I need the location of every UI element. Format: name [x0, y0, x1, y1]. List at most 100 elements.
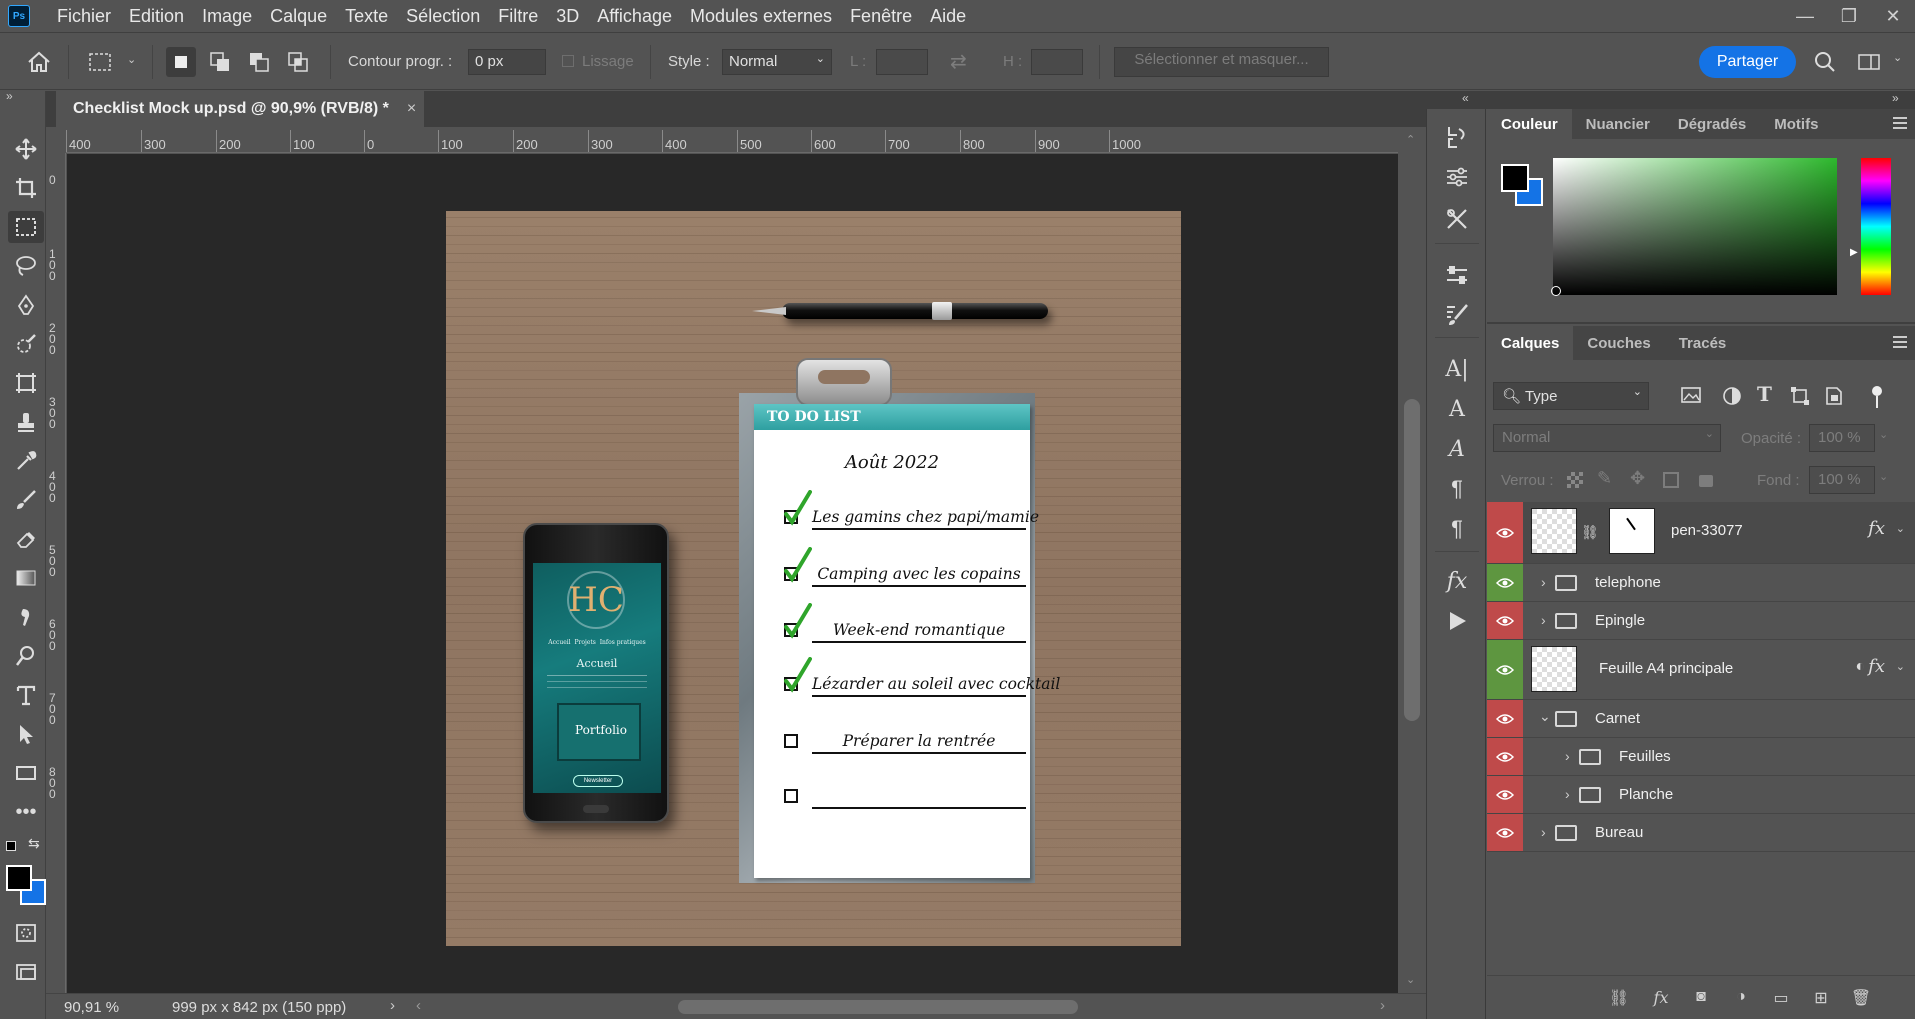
tab-traces[interactable]: Tracés — [1665, 326, 1741, 360]
home-icon[interactable] — [24, 47, 54, 77]
layer-name[interactable]: Bureau — [1595, 824, 1643, 841]
add-style-icon[interactable]: fx — [1649, 988, 1673, 1008]
eye-icon[interactable] — [1487, 502, 1523, 563]
character-styles-icon[interactable]: A — [1439, 393, 1475, 425]
intersect-selection-icon[interactable] — [283, 47, 313, 77]
foreground-color-swatch[interactable] — [6, 865, 32, 891]
swap-icon[interactable]: ⇄ — [950, 49, 967, 74]
eye-icon[interactable] — [1487, 602, 1523, 639]
lock-artboard-icon[interactable] — [1663, 472, 1679, 488]
chevron-right-icon[interactable]: › — [1541, 574, 1546, 590]
stamp-tool-icon[interactable] — [8, 406, 44, 438]
delete-layer-icon[interactable]: 🗑︎ — [1849, 988, 1873, 1008]
minimize-button[interactable]: — — [1783, 0, 1827, 32]
more-tools-icon[interactable]: ••• — [8, 796, 44, 828]
hue-slider[interactable] — [1861, 158, 1891, 295]
vertical-scroll-thumb[interactable] — [1404, 399, 1420, 721]
lock-position-icon[interactable]: ✥ — [1630, 468, 1645, 489]
frame-tool-icon[interactable] — [8, 367, 44, 399]
layer-row[interactable]: ⛓ pen-33077 fx ⌄ — [1487, 502, 1915, 564]
panel-menu-icon[interactable] — [1893, 117, 1907, 129]
eye-icon[interactable] — [1487, 640, 1523, 699]
add-mask-icon[interactable]: ◙ — [1689, 988, 1713, 1008]
scroll-left-icon[interactable]: ‹ — [416, 997, 421, 1014]
status-chevron-icon[interactable]: › — [390, 997, 395, 1014]
chevron-down-icon[interactable]: ⌄ — [1879, 428, 1888, 441]
marquee-preset-icon[interactable] — [86, 47, 116, 77]
fill-input[interactable]: 100 % — [1809, 466, 1875, 494]
subtract-selection-icon[interactable] — [244, 47, 274, 77]
expand-toolbar-icon[interactable]: » — [6, 89, 13, 103]
chevron-right-icon[interactable]: › — [1541, 824, 1546, 840]
menu-fenetre[interactable]: Fenêtre — [841, 6, 921, 27]
menu-affichage[interactable]: Affichage — [588, 6, 681, 27]
restore-button[interactable]: ❐ — [1827, 0, 1871, 32]
path-selection-icon[interactable] — [8, 718, 44, 750]
foreground-swatch[interactable] — [1501, 164, 1529, 192]
tools-presets-icon[interactable] — [1439, 203, 1475, 235]
smart-filter-icon[interactable]: ◐ — [1855, 658, 1865, 676]
picker-cursor[interactable] — [1551, 286, 1561, 296]
link-icon[interactable]: ⛓ — [1581, 524, 1599, 541]
layer-row[interactable]: › Feuilles — [1487, 738, 1915, 776]
chevron-down-icon[interactable]: ⌄ — [1539, 708, 1551, 725]
filter-adjustment-icon[interactable] — [1722, 386, 1744, 406]
chevron-down-icon[interactable]: ⌄ — [1893, 51, 1902, 64]
gradient-tool-icon[interactable] — [8, 562, 44, 594]
scroll-up-icon[interactable]: ⌃ — [1406, 133, 1415, 146]
brush-tool-icon[interactable] — [8, 484, 44, 516]
layer-name[interactable]: telephone — [1595, 574, 1661, 591]
eyedropper-icon[interactable] — [8, 445, 44, 477]
chevron-right-icon[interactable]: › — [1565, 748, 1570, 764]
close-window-button[interactable]: ✕ — [1871, 0, 1915, 32]
link-layers-icon[interactable]: ⛓ — [1607, 988, 1631, 1008]
paragraph-styles-icon[interactable]: ¶ — [1439, 513, 1475, 545]
quick-mask-icon[interactable] — [8, 917, 44, 949]
eye-icon[interactable] — [1487, 564, 1523, 601]
history-icon[interactable] — [1439, 121, 1475, 153]
move-tool-icon[interactable] — [8, 133, 44, 165]
marquee-tool-icon[interactable] — [8, 211, 44, 243]
menu-aide[interactable]: Aide — [921, 6, 975, 27]
swap-colors-icon[interactable]: ⇆ — [28, 835, 40, 852]
expand-icon[interactable]: » — [1892, 91, 1899, 105]
layer-name[interactable]: Feuille A4 principale — [1599, 660, 1733, 677]
vertical-scrollbar[interactable]: ⌃ ⌄ — [1398, 131, 1426, 993]
eye-icon[interactable] — [1487, 738, 1523, 775]
menu-texte[interactable]: Texte — [336, 6, 397, 27]
eye-icon[interactable] — [1487, 814, 1523, 851]
fx-icon[interactable]: fx — [1868, 518, 1885, 539]
adjustments-icon[interactable] — [1439, 161, 1475, 193]
menu-3d[interactable]: 3D — [547, 6, 588, 27]
menu-image[interactable]: Image — [193, 6, 261, 27]
new-selection-icon[interactable] — [166, 47, 196, 77]
document-tab[interactable]: Checklist Mock up.psd @ 90,9% (RVB/8) * … — [56, 91, 424, 127]
smudge-tool-icon[interactable] — [8, 601, 44, 633]
filter-pixel-icon[interactable] — [1681, 386, 1703, 406]
tab-calques[interactable]: Calques — [1487, 326, 1574, 360]
filter-shape-icon[interactable] — [1790, 386, 1812, 406]
new-group-icon[interactable]: ▭ — [1769, 988, 1793, 1008]
scroll-down-icon[interactable]: ⌄ — [1406, 973, 1415, 986]
workspace-icon[interactable] — [1854, 47, 1884, 77]
menu-selection[interactable]: Sélection — [397, 6, 489, 27]
new-layer-icon[interactable]: ⊞ — [1809, 988, 1833, 1008]
collapse-icon[interactable]: « — [1462, 91, 1469, 105]
eye-icon[interactable] — [1487, 776, 1523, 813]
layer-mask-thumbnail[interactable] — [1609, 508, 1655, 554]
eraser-tool-icon[interactable] — [8, 523, 44, 555]
height-input[interactable] — [1031, 49, 1083, 75]
lock-transparent-icon[interactable] — [1567, 472, 1583, 488]
layer-name[interactable]: Planche — [1619, 786, 1673, 803]
filter-smart-icon[interactable] — [1824, 386, 1846, 406]
fx-icon[interactable]: fx — [1868, 656, 1885, 677]
rectangle-tool-icon[interactable] — [8, 757, 44, 789]
filter-type-icon[interactable]: T — [1757, 382, 1772, 406]
eye-icon[interactable] — [1487, 700, 1523, 737]
character-icon[interactable]: A| — [1439, 353, 1475, 385]
antialias-checkbox[interactable] — [562, 55, 574, 67]
chevron-right-icon[interactable]: › — [1541, 612, 1546, 628]
horizontal-scroll-thumb[interactable] — [678, 1000, 1078, 1014]
layer-name[interactable]: pen-33077 — [1671, 522, 1743, 539]
lock-pixels-icon[interactable]: ✎ — [1597, 468, 1612, 489]
